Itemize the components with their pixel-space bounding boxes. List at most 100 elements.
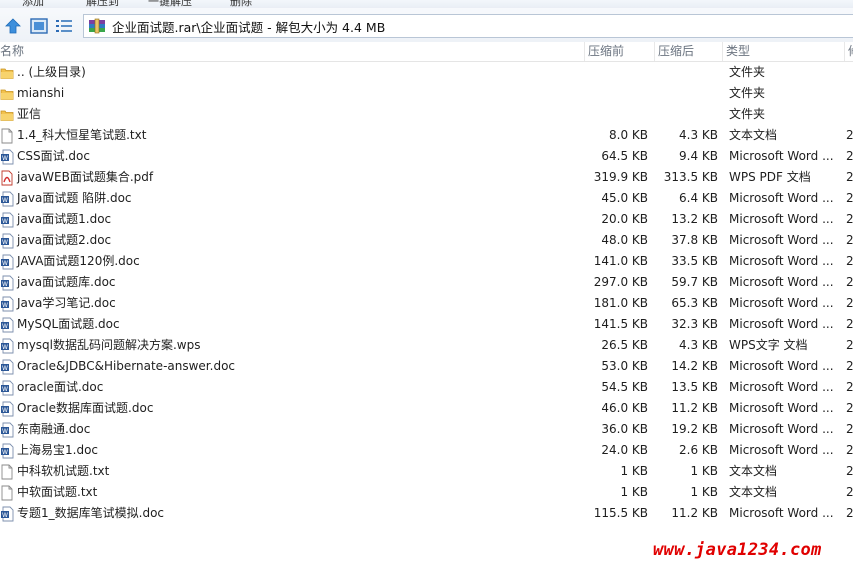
file-packed-size: 4.3 KB <box>679 128 718 142</box>
file-packed-size: 11.2 KB <box>671 506 718 520</box>
file-packed-size: 1 KB <box>690 464 718 478</box>
file-name: 东南融通.doc <box>17 422 91 436</box>
svg-text:W: W <box>2 155 8 162</box>
file-row[interactable]: W Oracle&JDBC&Hibernate-answer.doc 53.0 KB… <box>0 356 853 377</box>
column-header-size[interactable]: 压缩前 <box>585 42 655 61</box>
file-row[interactable]: Wjava面试题2.doc 48.0 KB 37.8 KB Microsoft Wor… <box>0 230 853 251</box>
file-name: MySQL面试题.doc <box>17 317 120 331</box>
file-row[interactable]: W CSS面试.doc 64.5 KB 9.4 KB Microsoft Word ..… <box>0 146 853 167</box>
file-name: Oracle数据库面试题.doc <box>17 401 154 415</box>
file-packed-size: 37.8 KB <box>671 233 718 247</box>
file-type: Microsoft Word ... <box>729 254 834 268</box>
file-size: 181.0 KB <box>593 296 648 310</box>
view-list-button[interactable] <box>54 16 74 36</box>
file-type: Microsoft Word ... <box>729 275 834 289</box>
file-modified: 2 <box>846 422 853 436</box>
file-row[interactable]: Wjava面试题1.doc 20.0 KB 13.2 KB Microsoft Wor… <box>0 209 853 230</box>
file-modified: 2 <box>846 464 853 478</box>
file-row[interactable]: Wjava面试题库.doc 297.0 KB 59.7 KB Microsoft Wo… <box>0 272 853 293</box>
file-packed-size: 59.7 KB <box>671 275 718 289</box>
word-doc-icon: W <box>0 335 14 356</box>
file-row[interactable]: .. (上级目录) 文件夹 <box>0 62 853 83</box>
file-row[interactable]: W Oracle数据库面试题.doc 46.0 KB 11.2 KB Microsoft… <box>0 398 853 419</box>
file-size: 46.0 KB <box>601 401 648 415</box>
file-name: 中科软机试题.txt <box>17 464 110 478</box>
file-modified: 2 <box>846 380 853 394</box>
view-thumbnail-button[interactable] <box>29 16 49 36</box>
file-modified: 2 <box>846 212 853 226</box>
word-doc-icon: W <box>0 377 14 398</box>
file-row[interactable]: Wmysql数据乱码问题解决方案.wps 26.5 KB 4.3 KB WPS文字 文… <box>0 335 853 356</box>
file-size: 141.0 KB <box>593 254 648 268</box>
file-row[interactable]: 中科软机试题.txt 1 KB 1 KB 文本文档 2 <box>0 461 853 482</box>
column-header-type[interactable]: 类型 <box>723 42 845 61</box>
file-name: 亚信 <box>17 107 42 121</box>
file-row[interactable]: 亚信 文件夹 <box>0 104 853 125</box>
text-file-icon <box>0 125 14 146</box>
file-type: 文件夹 <box>729 86 766 100</box>
up-button[interactable] <box>3 16 23 36</box>
file-row[interactable]: W JAVA面试题120例.doc 141.0 KB 33.5 KB Microsoft… <box>0 251 853 272</box>
word-doc-icon: W <box>0 251 14 272</box>
file-row[interactable]: mianshi 文件夹 <box>0 83 853 104</box>
file-size: 24.0 KB <box>601 443 648 457</box>
file-type: Microsoft Word ... <box>729 359 834 373</box>
archive-icon <box>89 18 105 34</box>
file-type: 文本文档 <box>729 128 778 142</box>
column-header-modified[interactable]: 修 <box>845 42 853 61</box>
file-name: .. (上级目录) <box>17 65 86 79</box>
file-size: 1 KB <box>620 464 648 478</box>
file-row[interactable]: javaWEB面试题集合.pdf 319.9 KB 313.5 KB WPS PDF … <box>0 167 853 188</box>
column-header-name[interactable]: 名称 <box>0 42 585 61</box>
one-click-extract-button[interactable]: 一键解压 <box>148 0 192 8</box>
svg-text:W: W <box>2 302 8 309</box>
file-name: Java面试题 陷阱.doc <box>17 191 132 205</box>
file-type: Microsoft Word ... <box>729 380 834 394</box>
watermark-text: www.java1234.com <box>653 540 822 560</box>
svg-text:W: W <box>2 218 8 225</box>
word-doc-icon: W <box>0 146 14 167</box>
word-doc-icon: W <box>0 314 14 335</box>
file-modified: 2 <box>846 359 853 373</box>
file-size: 20.0 KB <box>601 212 648 226</box>
svg-text:W: W <box>2 365 8 372</box>
extract-to-button[interactable]: 解压到 <box>86 0 119 8</box>
file-name: java面试题库.doc <box>17 275 116 289</box>
word-doc-icon: W <box>0 209 14 230</box>
text-file-icon <box>0 482 14 503</box>
svg-text:W: W <box>2 449 8 456</box>
column-header-packed[interactable]: 压缩后 <box>655 42 723 61</box>
add-button[interactable]: 添加 <box>22 0 44 8</box>
file-name: 上海易宝1.doc <box>17 443 99 457</box>
file-modified: 2 <box>846 128 853 142</box>
file-packed-size: 32.3 KB <box>671 317 718 331</box>
file-row[interactable]: W 上海易宝1.doc 24.0 KB 2.6 KB Microsoft Word ..… <box>0 440 853 461</box>
word-doc-icon: W <box>0 440 14 461</box>
file-row[interactable]: Woracle面试.doc 54.5 KB 13.5 KB Microsoft Wor… <box>0 377 853 398</box>
file-row[interactable]: 1.4_科大恒星笔试题.txt 8.0 KB 4.3 KB 文本文档 2 <box>0 125 853 146</box>
file-type: WPS文字 文档 <box>729 338 808 352</box>
folder-icon <box>0 83 14 104</box>
file-row[interactable]: 中软面试题.txt 1 KB 1 KB 文本文档 2 <box>0 482 853 503</box>
file-packed-size: 2.6 KB <box>679 443 718 457</box>
file-name: Oracle&JDBC&Hibernate-answer.doc <box>17 359 236 373</box>
file-name: CSS面试.doc <box>17 149 90 163</box>
file-modified: 2 <box>846 296 853 310</box>
delete-button[interactable]: 删除 <box>230 0 252 8</box>
file-name: java面试题2.doc <box>17 233 112 247</box>
file-row[interactable]: W Java面试题 陷阱.doc 45.0 KB 6.4 KB Microsoft Wo… <box>0 188 853 209</box>
svg-text:W: W <box>2 197 8 204</box>
file-row[interactable]: W MySQL面试题.doc 141.5 KB 32.3 KB Microsoft Wo… <box>0 314 853 335</box>
list-view-icon <box>56 20 72 32</box>
file-size: 36.0 KB <box>601 422 648 436</box>
file-packed-size: 14.2 KB <box>671 359 718 373</box>
address-field[interactable]: 企业面试题.rar\企业面试题 - 解包大小为 4.4 MB <box>83 14 853 38</box>
file-modified: 2 <box>846 254 853 268</box>
file-name: mianshi <box>17 86 65 100</box>
file-modified: 2 <box>846 275 853 289</box>
word-doc-icon: W <box>0 503 14 524</box>
file-row[interactable]: W Java学习笔记.doc 181.0 KB 65.3 KB Microsoft Wo… <box>0 293 853 314</box>
toolbar: 添加 解压到 一键解压 删除 <box>0 0 853 8</box>
file-row[interactable]: W 专题1_数据库笔试模拟.doc 115.5 KB 11.2 KB Microsoft… <box>0 503 853 524</box>
file-row[interactable]: W 东南融通.doc 36.0 KB 19.2 KB Microsoft Word ..… <box>0 419 853 440</box>
